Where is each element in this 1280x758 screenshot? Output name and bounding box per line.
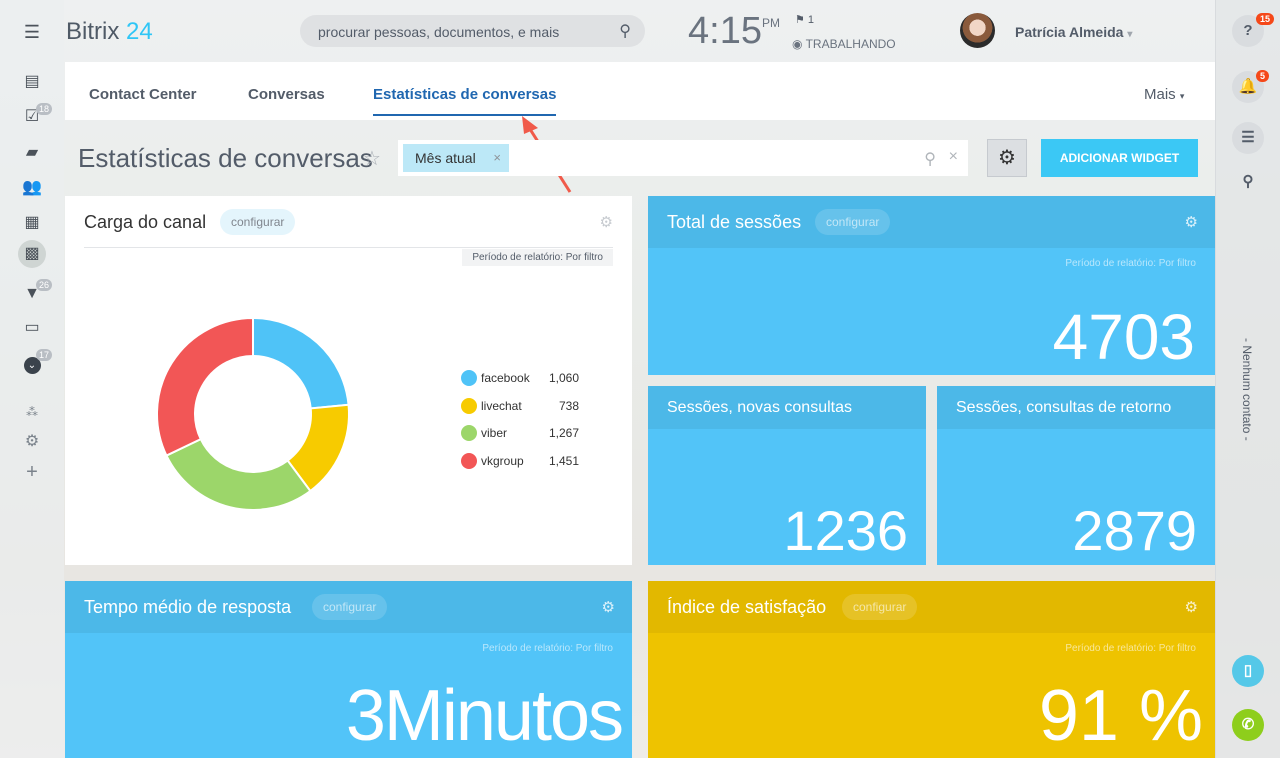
widget-channel-load: Carga do canal configurar ⚙ Período de r… <box>65 196 632 565</box>
tab-more[interactable]: Mais ▾ <box>1144 86 1184 103</box>
gear-icon[interactable]: ⚙ <box>1185 213 1198 231</box>
widget-satisfaction: Índice de satisfação configurar ⚙ Períod… <box>648 581 1215 758</box>
more-badge: 17 <box>36 349 53 361</box>
settings-icon[interactable]: ⚙ <box>22 432 42 452</box>
legend-label: viber <box>481 426 508 440</box>
tab-conversas[interactable]: Conversas <box>248 86 325 103</box>
clear-icon[interactable]: × <box>949 148 958 166</box>
close-icon[interactable]: × <box>493 150 501 165</box>
legend-label: vkgroup <box>481 453 524 468</box>
tab-contact-center[interactable]: Contact Center <box>89 86 197 103</box>
left-sidebar: ☰ ▤ ☑ 18 ▰ 👥 ▦ ▩ ▼ 26 ▭ ⌄ 17 ⁂ ⚙ + <box>0 0 64 758</box>
widget-new-sessions: Sessões, novas consultas 1236 <box>648 386 926 565</box>
widget-total-sessions: Total de sessões configurar ⚙ Período de… <box>648 196 1215 375</box>
legend-dot <box>461 425 477 441</box>
window-icon[interactable]: ▭ <box>22 318 42 338</box>
search-icon[interactable]: ⚲ <box>1232 166 1264 198</box>
groups-icon[interactable]: 👥 <box>22 178 42 198</box>
settings-button[interactable]: ⚙ <box>987 139 1027 177</box>
user-menu[interactable]: Patrícia Almeida ▾ <box>1015 24 1132 40</box>
crm-badge: 26 <box>36 279 53 291</box>
tasks-badge: 18 <box>36 103 53 115</box>
legend-value: 738 <box>558 398 579 413</box>
add-icon[interactable]: + <box>22 462 42 482</box>
metric-value: 4703 <box>1052 301 1195 373</box>
work-status[interactable]: ◉ TRABALHANDO <box>792 37 896 51</box>
metric-value: 1236 <box>783 499 908 562</box>
avatar[interactable] <box>960 13 995 48</box>
configure-button[interactable]: configurar <box>842 594 918 620</box>
legend-label: facebook <box>481 371 530 385</box>
apps-icon[interactable]: ▩ <box>18 240 46 268</box>
donut-slice-vkgroup[interactable] <box>156 316 254 457</box>
legend-label: livechat <box>481 398 522 413</box>
metric-value: 2879 <box>1072 499 1197 562</box>
star-icon[interactable]: ☆ <box>363 146 381 171</box>
configure-button[interactable]: configurar <box>312 594 388 620</box>
report-period: Período de relatório: Por filtro <box>1065 258 1196 269</box>
legend-dot <box>461 397 477 414</box>
donut-slice-viber[interactable] <box>165 437 312 511</box>
gear-icon[interactable]: ⚙ <box>1185 598 1198 616</box>
search-icon[interactable]: ⚲ <box>619 21 631 41</box>
open-lines-icon[interactable]: ☰ <box>1232 122 1264 154</box>
menu-icon[interactable]: ☰ <box>22 22 42 42</box>
widget-title: Índice de satisfação <box>667 597 827 617</box>
page-title: Estatísticas de conversas <box>78 143 373 173</box>
logo[interactable]: Bitrix 24 <box>66 18 153 46</box>
structure-icon[interactable]: ⁂ <box>22 402 42 422</box>
help-badge: 15 <box>1256 13 1275 25</box>
widget-response-time: Tempo médio de resposta configurar ⚙ Per… <box>65 581 632 758</box>
tab-estatisticas[interactable]: Estatísticas de conversas <box>373 86 557 116</box>
legend-value: 1,060 <box>548 371 579 385</box>
legend-dot <box>461 452 477 469</box>
contacts-empty-label: - Nenhum contato - <box>1240 338 1254 441</box>
widget-return-sessions: Sessões, consultas de retorno 2879 <box>937 386 1215 565</box>
tabs-bar: Contact Center Conversas Estatísticas de… <box>65 62 1215 120</box>
calendar-icon[interactable]: ▦ <box>22 213 42 233</box>
metric-value: 91 % <box>1038 676 1203 756</box>
phone-icon[interactable]: ✆ <box>1232 709 1264 741</box>
search-input[interactable]: procurar pessoas, documentos, e mais ⚲ <box>300 15 645 47</box>
widget-title: Tempo médio de resposta <box>84 597 292 617</box>
legend-dot <box>461 370 477 386</box>
report-period: Período de relatório: Por filtro <box>482 643 613 654</box>
add-widget-button[interactable]: ADICIONAR WIDGET <box>1041 139 1198 177</box>
feed-icon[interactable]: ▤ <box>22 72 42 92</box>
search-icon[interactable]: ⚲ <box>924 149 936 169</box>
widget-title: Sessões, novas consultas <box>667 399 852 416</box>
widget-title: Sessões, consultas de retorno <box>956 399 1172 416</box>
notifications-badge: 5 <box>1256 70 1270 82</box>
metric-value: 3Minutos <box>345 676 624 756</box>
configure-button[interactable]: configurar <box>815 209 891 235</box>
clock[interactable]: 4:15PM <box>688 10 780 53</box>
report-period: Período de relatório: Por filtro <box>1065 643 1196 654</box>
filter-chip[interactable]: Mês atual × <box>403 144 509 172</box>
legend-value: 1,451 <box>548 453 579 468</box>
widget-title: Total de sessões <box>667 212 802 232</box>
gear-icon[interactable]: ⚙ <box>602 598 615 616</box>
donut-slice-facebook[interactable] <box>252 316 350 410</box>
legend-value: 1,267 <box>548 426 579 440</box>
filter-input[interactable]: Mês atual × ⚲ × <box>398 140 968 176</box>
gear-icon: ⚙ <box>998 147 1016 169</box>
chat-icon[interactable]: ▰ <box>22 143 42 163</box>
mobile-cloud-icon[interactable]: ▯ <box>1232 655 1264 687</box>
flag-counter[interactable]: ⚑ 1 <box>795 13 814 26</box>
right-sidebar: ? 15 🔔 5 ☰ ⚲ - Nenhum contato - ▯ ✆ <box>1215 0 1280 758</box>
